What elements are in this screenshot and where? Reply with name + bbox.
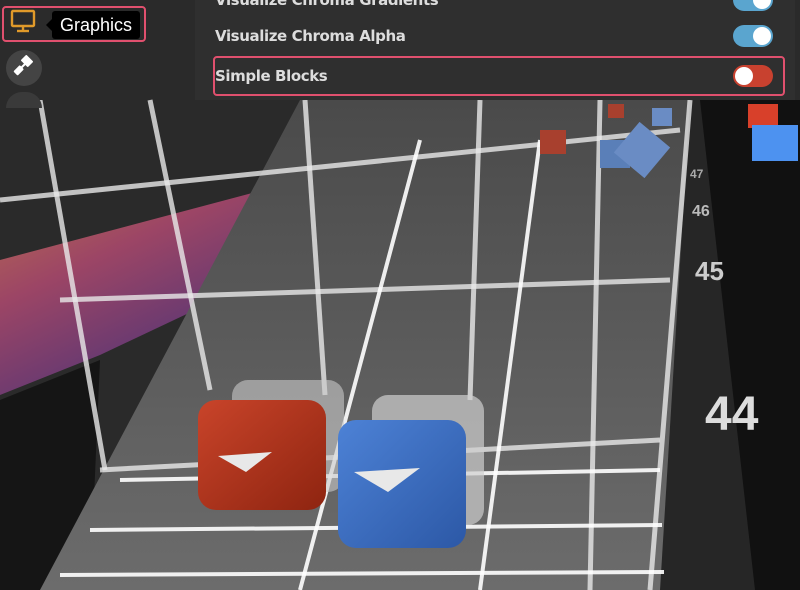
- toggle-knob: [753, 27, 771, 45]
- side-red-block: [748, 104, 778, 128]
- setting-row-visualize-chroma-alpha[interactable]: Visualize Chroma Alpha: [215, 18, 773, 54]
- distant-blue-block: [652, 108, 672, 126]
- side-blue-block: [752, 125, 798, 161]
- setting-label: Visualize Chroma Alpha: [215, 27, 406, 45]
- sidebar-item-customization[interactable]: [6, 50, 42, 86]
- lane-number: 46: [692, 203, 710, 220]
- lane-number: 45: [695, 256, 724, 286]
- visualize-chroma-gradients-toggle[interactable]: [733, 0, 773, 11]
- simple-blocks-highlight: [213, 56, 785, 96]
- setting-row-visualize-chroma-gradients[interactable]: Visualize Chroma Gradients: [215, 0, 773, 18]
- toggle-knob: [753, 0, 771, 9]
- distant-red-block: [608, 104, 624, 118]
- setting-label: Visualize Chroma Gradients: [215, 0, 439, 9]
- lane-number: 44: [705, 388, 759, 441]
- lane-number: 47: [690, 167, 704, 181]
- graphics-tooltip: Graphics: [45, 11, 141, 39]
- sidebar-item-next[interactable]: [6, 92, 42, 108]
- visualize-chroma-alpha-toggle[interactable]: [733, 25, 773, 47]
- paint-brush-icon: [13, 55, 35, 81]
- distant-red-block: [540, 130, 566, 154]
